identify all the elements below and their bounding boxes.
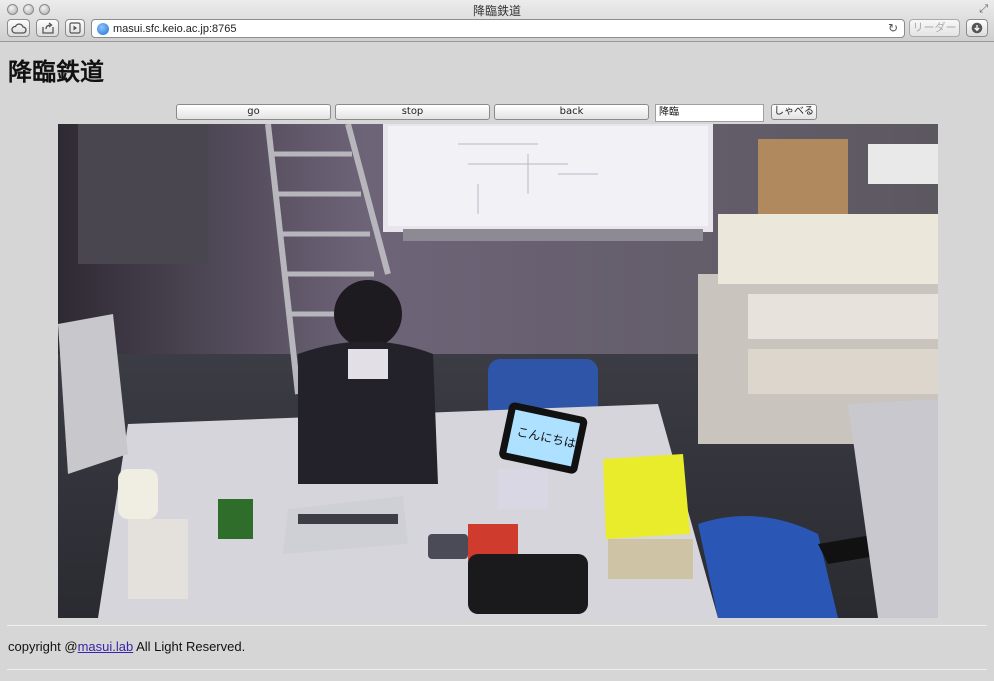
copyright-prefix: copyright @ bbox=[8, 639, 78, 654]
camera-view: こんにちは bbox=[58, 124, 938, 618]
page-title: 降臨鉄道 bbox=[8, 58, 104, 86]
download-icon bbox=[971, 22, 983, 34]
fullscreen-icon[interactable]: ⤢ bbox=[979, 3, 988, 16]
globe-icon bbox=[97, 23, 109, 35]
camera-image: こんにちは bbox=[58, 124, 938, 618]
play-triangle-icon bbox=[69, 22, 81, 34]
copyright-suffix: All Light Reserved. bbox=[133, 639, 246, 654]
footer-bottom-divider bbox=[7, 669, 987, 670]
window-title: 降臨鉄道 bbox=[472, 4, 521, 18]
icloud-tabs-button[interactable] bbox=[7, 19, 30, 37]
masui-lab-link[interactable]: masui.lab bbox=[78, 639, 134, 654]
reader-button[interactable]: リーダー bbox=[909, 19, 960, 37]
share-icon bbox=[41, 22, 54, 34]
speak-button[interactable]: しゃべる bbox=[771, 104, 817, 120]
window-titlebar: 降臨鉄道 ⤢ masui.sfc.keio.ac.jp:8765 ↻ リーダー bbox=[0, 0, 994, 42]
go-button[interactable]: go bbox=[176, 104, 331, 120]
footer-copyright: copyright @masui.lab All Light Reserved. bbox=[8, 639, 245, 654]
sidebar-button[interactable] bbox=[65, 19, 85, 37]
downloads-button[interactable] bbox=[966, 19, 988, 37]
address-text[interactable]: masui.sfc.keio.ac.jp:8765 bbox=[113, 23, 237, 35]
stop-button[interactable]: stop bbox=[335, 104, 490, 120]
reload-icon[interactable]: ↻ bbox=[888, 21, 898, 35]
share-button[interactable] bbox=[36, 19, 59, 37]
cloud-icon bbox=[10, 22, 27, 34]
speech-text-input[interactable]: 降臨 bbox=[655, 104, 764, 122]
back-button[interactable]: back bbox=[494, 104, 649, 120]
address-bar[interactable]: masui.sfc.keio.ac.jp:8765 ↻ bbox=[91, 19, 905, 38]
footer-top-divider bbox=[7, 625, 987, 626]
